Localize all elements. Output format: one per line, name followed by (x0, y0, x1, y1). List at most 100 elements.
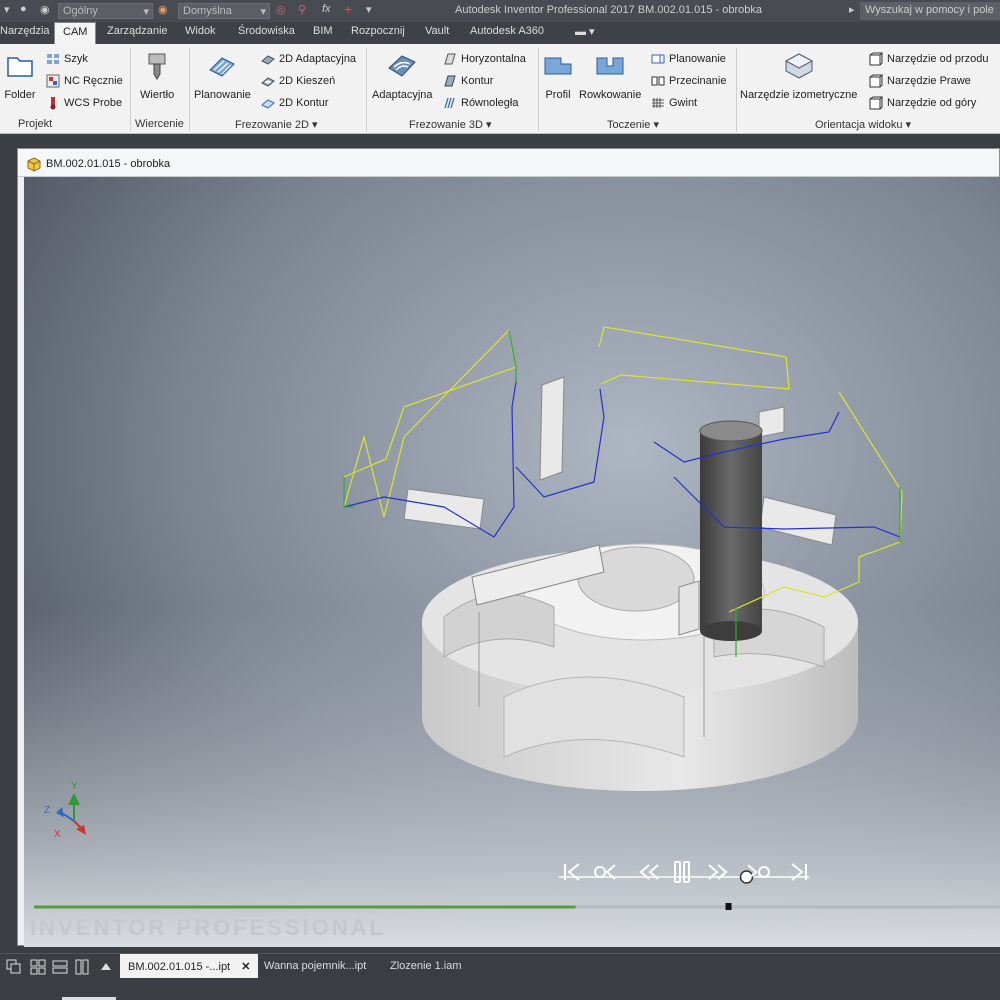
panel-title-wiercenie: Wiercenie (135, 118, 184, 130)
material-dropdown[interactable]: Domyślna ▾ (178, 3, 270, 19)
2d-kontur-button[interactable]: 2D Kontur (261, 96, 329, 112)
wcs-probe-button[interactable]: WCS Probe (46, 96, 122, 112)
turn-facing-icon (651, 54, 665, 64)
z-axis-label: Z (44, 805, 50, 816)
color-wheel-icon[interactable]: ◉ (158, 3, 168, 19)
folder-button[interactable]: Folder (4, 50, 36, 101)
rib (539, 376, 565, 481)
panel-divider (736, 48, 737, 132)
right-view-icon (869, 74, 883, 88)
ribbon-display-toggle-icon[interactable]: ▬ ▾ (575, 25, 595, 38)
part-file-icon (27, 157, 41, 172)
narzedzie-prawe-button[interactable]: Narzędzie Prawe (869, 74, 971, 90)
horyzontalna-button[interactable]: Horyzontalna (443, 52, 526, 68)
adaptacyjna-3d-button[interactable]: Adaptacyjna (372, 50, 433, 101)
customize-dropdown-icon[interactable]: ▾ (366, 3, 372, 19)
doc-tab-bm-002-01-015[interactable]: BM.002.01.015 -...ipt ✕ (120, 954, 259, 979)
tab-zarzadzanie[interactable]: Zarządzanie (107, 25, 168, 37)
style-dropdown[interactable]: Ogólny ▾ (58, 3, 153, 19)
2d-adaptacyjna-button[interactable]: 2D Adaptacyjna (261, 52, 356, 68)
horizontal-icon (444, 53, 456, 65)
rib (758, 406, 785, 438)
timeline-handle[interactable] (725, 903, 732, 910)
parting-icon (651, 76, 665, 86)
appearance-icon[interactable]: ● (20, 3, 27, 19)
tab-rozpocznij[interactable]: Rozpocznij (351, 25, 405, 37)
grooving-icon (596, 57, 624, 75)
ribbon-tabs: Narzędzia CAM Zarządzanie Widok Środowis… (0, 22, 1000, 44)
cutting-tool[interactable] (699, 420, 763, 641)
probe-icon (50, 97, 56, 110)
viewport-canvas[interactable]: Y Z X (24, 177, 1000, 947)
tab-bim[interactable]: BIM (313, 25, 333, 37)
add-icon[interactable]: + (344, 1, 352, 17)
panel-title-frezowanie-3d[interactable]: Frezowanie 3D ▾ (409, 118, 492, 131)
doc-tab-zlozenie-1[interactable]: Zlozenie 1.iam (382, 954, 470, 979)
pocket-icon (261, 77, 275, 87)
document-tab-bar: BM.002.01.015 -...ipt ✕ Wanna pojemnik..… (0, 953, 1000, 979)
tab-list-up-icon[interactable] (100, 961, 112, 971)
y-axis-label: Y (71, 781, 78, 792)
material-sphere-icon[interactable]: ◉ (40, 3, 50, 19)
contour-2d-icon (261, 99, 275, 109)
x-axis-label: X (54, 829, 61, 840)
pause-icon[interactable] (669, 859, 695, 885)
narzedzie-od-gory-button[interactable]: Narzędzie od góry (869, 96, 976, 112)
wiertlo-button[interactable]: Wiertło (140, 50, 174, 101)
planowanie-toczenie-button[interactable]: Planowanie (651, 52, 726, 68)
ribbon: Folder Szyk NC Ręcznie WCS Probe Projekt… (0, 44, 1000, 134)
rowkowanie-button[interactable]: Rowkowanie (579, 50, 641, 101)
rownolegla-button[interactable]: Równoległa (443, 96, 518, 112)
panel-title-frezowanie-2d[interactable]: Frezowanie 2D ▾ (235, 118, 318, 131)
step-back-icon[interactable] (591, 859, 617, 885)
tab-srodowiska[interactable]: Środowiska (238, 25, 295, 37)
narzedzie-izometryczne-button[interactable]: Narzędzie izometryczne (740, 50, 857, 101)
help-search-input[interactable]: Wyszukaj w pomocy i pole (860, 2, 1000, 20)
arrange-vertical-icon[interactable] (74, 959, 90, 975)
skip-to-end-icon[interactable] (786, 859, 812, 885)
fast-forward-icon[interactable] (705, 859, 731, 885)
3d-viewport[interactable]: Y Z X INVENTOR PROFESSIONAL (24, 177, 1000, 947)
expand-arrow-icon[interactable]: ▸ (849, 3, 855, 19)
2d-kieszen-button[interactable]: 2D Kieszeń (261, 74, 335, 90)
fx-parameters-icon[interactable]: fx (322, 3, 331, 19)
panel-divider (538, 48, 539, 132)
przecinanie-button[interactable]: Przecinanie (651, 74, 726, 90)
nc-recznie-button[interactable]: NC Ręcznie (46, 74, 123, 90)
profil-button[interactable]: Profil (542, 50, 574, 101)
step-forward-icon[interactable] (746, 859, 772, 885)
cascade-windows-icon[interactable] (6, 959, 22, 975)
tile-windows-icon[interactable] (30, 959, 46, 975)
quick-access-menu-icon[interactable]: ▾ (4, 3, 10, 19)
panel-divider (189, 48, 190, 132)
pattern-icon (47, 54, 59, 64)
document-window: BM.002.01.015 - obrobka Y Z X INVENTOR P… (17, 148, 1000, 947)
tab-widok[interactable]: Widok (185, 25, 216, 37)
planowanie-2d-button[interactable]: Planowanie (194, 50, 251, 101)
tab-vault[interactable]: Vault (425, 25, 449, 37)
narzedzie-od-przodu-button[interactable]: Narzędzie od przodu (869, 52, 989, 68)
top-view-icon (869, 96, 883, 110)
tab-autodesk-a360[interactable]: Autodesk A360 (470, 25, 544, 37)
parallel-icon (444, 97, 455, 109)
doc-tab-wanna-pojemnik[interactable]: Wanna pojemnik...ipt (256, 954, 374, 979)
rewind-icon[interactable] (636, 859, 662, 885)
gwint-button[interactable]: Gwint (651, 96, 697, 112)
adjust-icon[interactable]: ◎ (276, 3, 286, 19)
measure-icon[interactable]: ⚲ (298, 3, 306, 19)
tool-top (699, 420, 763, 442)
panel-title-orientacja-widoku[interactable]: Orientacja widoku ▾ (815, 118, 911, 131)
tab-cam[interactable]: CAM (54, 22, 97, 44)
skip-to-start-icon[interactable] (559, 859, 585, 885)
tab-narzedzia[interactable]: Narzędzia (0, 25, 50, 37)
szyk-button[interactable]: Szyk (46, 52, 88, 68)
facing-icon (209, 57, 236, 77)
drill-icon (148, 53, 166, 80)
kontur-3d-button[interactable]: Kontur (443, 74, 493, 90)
arrange-horizontal-icon[interactable] (52, 959, 68, 975)
app-title: Autodesk Inventor Professional 2017 BM.0… (455, 4, 762, 16)
rib (678, 580, 700, 636)
close-icon[interactable]: ✕ (241, 961, 250, 973)
panel-title-toczenie[interactable]: Toczenie ▾ (607, 118, 659, 131)
document-titlebar[interactable]: BM.002.01.015 - obrobka (18, 149, 999, 177)
